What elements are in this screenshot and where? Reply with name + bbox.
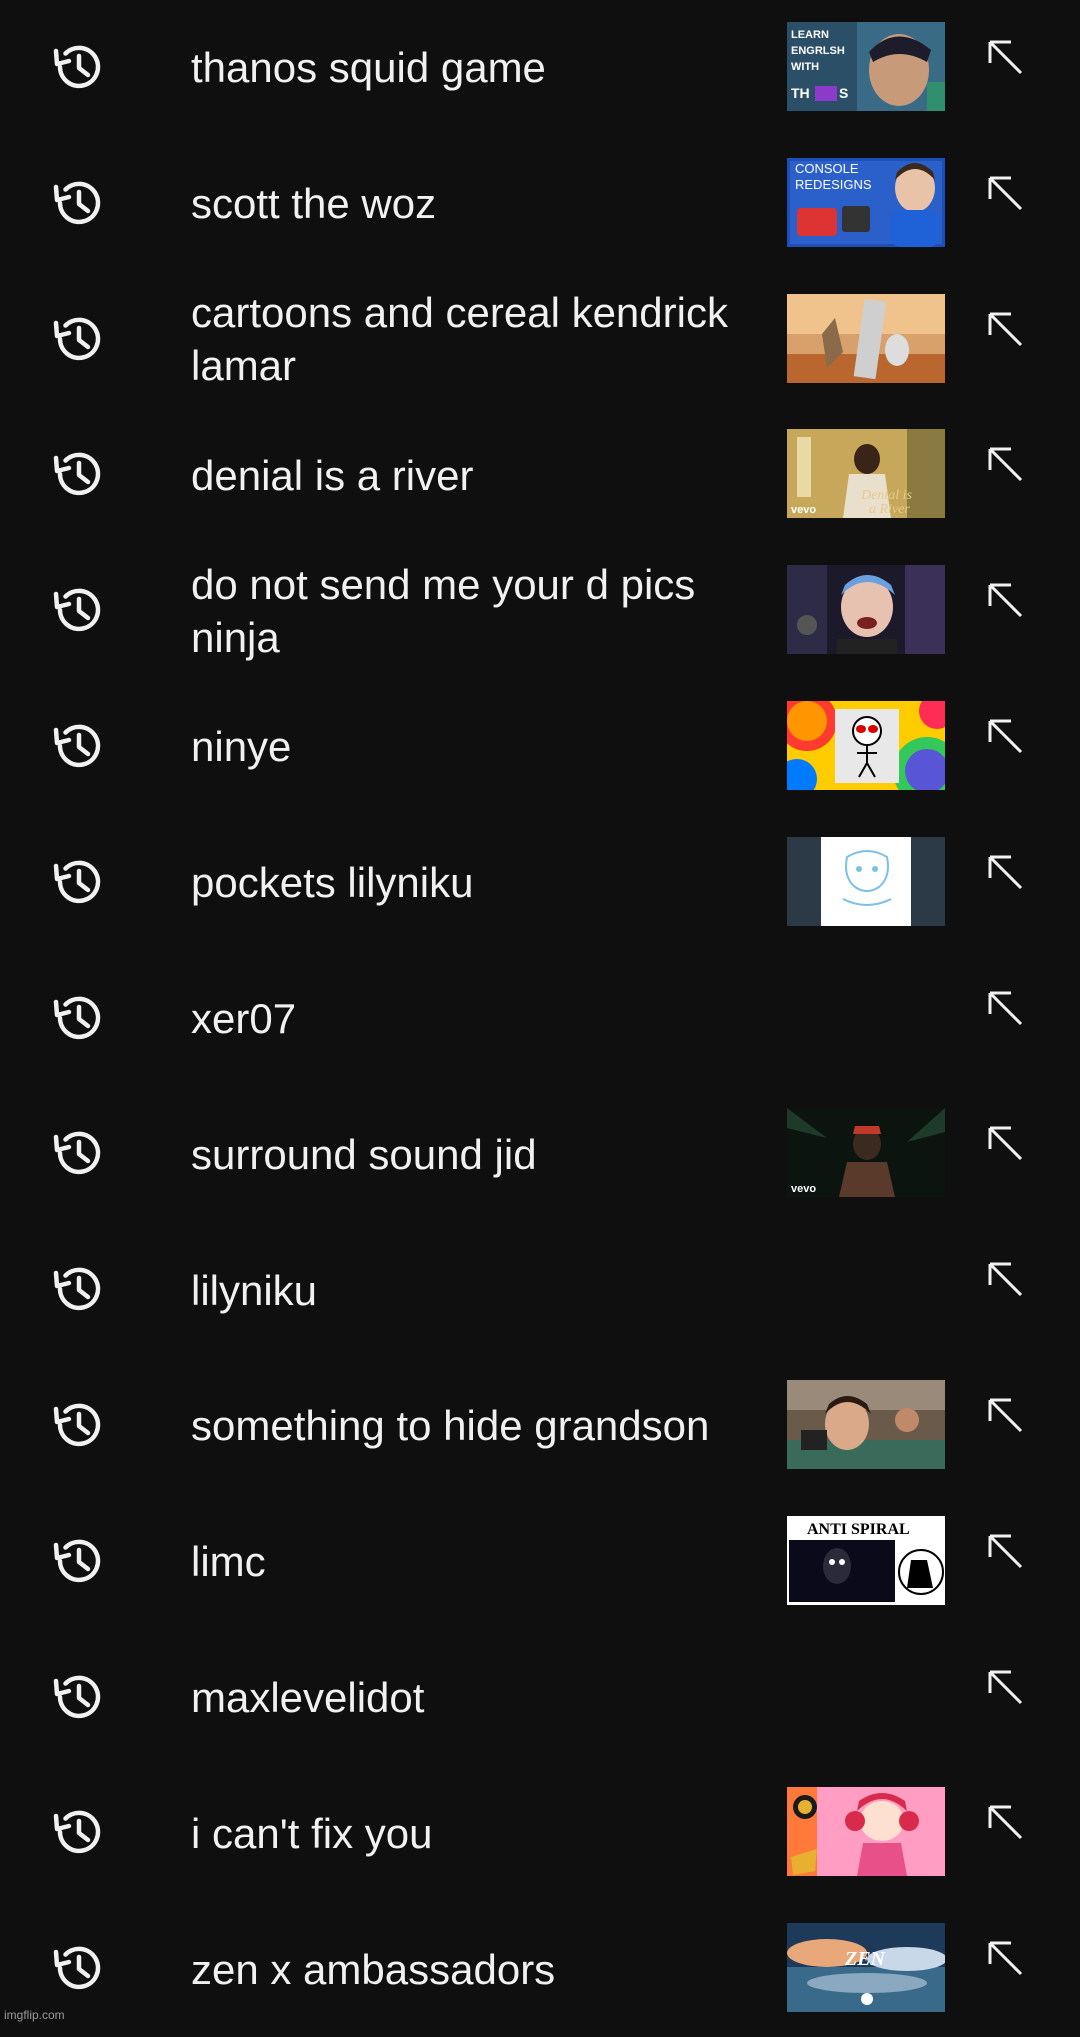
video-thumbnail[interactable]: ZEN — [787, 1923, 945, 2013]
history-icon — [48, 1122, 110, 1184]
thumb-text: WITH — [791, 61, 819, 73]
north-west-arrow-icon[interactable] — [985, 1395, 1025, 1435]
suggestion-row[interactable]: scott the woz CONSOLE REDESIGNS — [0, 136, 1080, 272]
history-icon — [48, 1937, 110, 1999]
suggestion-row[interactable]: maxlevelidot — [0, 1630, 1080, 1766]
suggestion-query[interactable]: surround sound jid — [191, 1086, 771, 1222]
suggestion-row[interactable]: limc ANTI SPIRAL — [0, 1494, 1080, 1630]
north-west-arrow-icon[interactable] — [985, 1123, 1025, 1163]
video-thumbnail[interactable]: LEARN ENGRLSH WITH TH S — [787, 22, 945, 111]
history-icon — [48, 36, 110, 98]
history-icon — [48, 579, 110, 641]
video-thumbnail[interactable] — [787, 1379, 945, 1469]
thumb-text: vevo — [791, 504, 816, 516]
history-icon — [48, 715, 110, 777]
north-west-arrow-icon[interactable] — [985, 173, 1025, 213]
suggestion-query[interactable]: i can't fix you — [191, 1765, 771, 1901]
video-thumbnail[interactable] — [787, 700, 945, 790]
suggestion-query[interactable]: scott the woz — [191, 136, 771, 272]
history-icon — [48, 1666, 110, 1728]
suggestion-row[interactable]: do not send me your d pics ninja — [0, 543, 1080, 679]
suggestion-query[interactable]: do not send me your d pics ninja — [191, 543, 771, 679]
history-icon — [48, 1258, 110, 1320]
history-icon — [48, 987, 110, 1049]
north-west-arrow-icon[interactable] — [985, 852, 1025, 892]
suggestion-row[interactable]: lilyniku — [0, 1222, 1080, 1358]
suggestion-row[interactable]: surround sound jid vevo — [0, 1086, 1080, 1222]
video-thumbnail[interactable]: CONSOLE REDESIGNS — [787, 157, 945, 247]
thumb-text: CONSOLE — [795, 161, 859, 176]
north-west-arrow-icon[interactable] — [985, 988, 1025, 1028]
north-west-arrow-icon[interactable] — [985, 716, 1025, 756]
north-west-arrow-icon[interactable] — [985, 1531, 1025, 1571]
history-icon — [48, 851, 110, 913]
thumb-text: ANTI SPIRAL — [807, 1521, 910, 1538]
suggestion-query[interactable]: ninye — [191, 679, 771, 815]
thumb-text: ENGRLSH — [791, 45, 845, 57]
video-thumbnail[interactable] — [787, 836, 945, 926]
thumb-text: vevo — [791, 1183, 816, 1195]
suggestion-query[interactable]: cartoons and cereal kendrick lamar — [191, 272, 771, 408]
watermark: imgflip.com — [4, 2008, 65, 2022]
suggestion-row[interactable]: zen x ambassadors ZEN — [0, 1901, 1080, 2037]
north-west-arrow-icon[interactable] — [985, 580, 1025, 620]
history-icon — [48, 172, 110, 234]
suggestion-query[interactable]: limc — [191, 1494, 771, 1630]
suggestion-row[interactable]: thanos squid game LEARN ENGRLSH WITH TH … — [0, 0, 1080, 136]
suggestion-row[interactable]: ninye — [0, 679, 1080, 815]
suggestion-row[interactable]: denial is a river Denial is a River vevo — [0, 407, 1080, 543]
suggestion-query[interactable]: zen x ambassadors — [191, 1901, 771, 2037]
suggestion-row[interactable]: xer07 — [0, 951, 1080, 1087]
suggestion-query[interactable]: pockets lilyniku — [191, 815, 771, 951]
thumb-text: REDESIGNS — [795, 177, 872, 192]
thumb-text: a River — [869, 502, 910, 517]
thumb-text: S — [839, 85, 848, 101]
north-west-arrow-icon[interactable] — [985, 444, 1025, 484]
suggestion-query[interactable]: denial is a river — [191, 407, 771, 543]
history-icon — [48, 1801, 110, 1863]
suggestion-query[interactable]: maxlevelidot — [191, 1630, 771, 1766]
thumb-text: ZEN — [844, 1948, 887, 1970]
north-west-arrow-icon[interactable] — [985, 309, 1025, 349]
thumb-text: LEARN — [791, 29, 829, 41]
video-thumbnail[interactable]: ANTI SPIRAL — [787, 1515, 945, 1605]
suggestion-query[interactable]: lilyniku — [191, 1222, 771, 1358]
history-icon — [48, 308, 110, 370]
suggestion-query[interactable]: thanos squid game — [191, 0, 771, 136]
north-west-arrow-icon[interactable] — [985, 1802, 1025, 1842]
video-thumbnail[interactable] — [787, 293, 945, 383]
video-thumbnail[interactable] — [787, 1787, 945, 1877]
north-west-arrow-icon[interactable] — [985, 37, 1025, 77]
suggestion-query[interactable]: something to hide grandson — [191, 1358, 771, 1494]
north-west-arrow-icon[interactable] — [985, 1667, 1025, 1707]
thumb-text: TH — [791, 85, 810, 101]
suggestion-row[interactable]: cartoons and cereal kendrick lamar — [0, 272, 1080, 408]
suggestion-row[interactable]: something to hide grandson — [0, 1358, 1080, 1494]
history-icon — [48, 443, 110, 505]
suggestion-query[interactable]: xer07 — [191, 951, 771, 1087]
video-thumbnail[interactable]: vevo — [787, 1108, 945, 1198]
suggestion-row[interactable]: i can't fix you — [0, 1765, 1080, 1901]
history-icon — [48, 1530, 110, 1592]
video-thumbnail[interactable]: Denial is a River vevo — [787, 429, 945, 519]
north-west-arrow-icon[interactable] — [985, 1259, 1025, 1299]
thumb-text: Denial is — [860, 488, 912, 503]
history-icon — [48, 1394, 110, 1456]
search-suggestions-list: thanos squid game LEARN ENGRLSH WITH TH … — [0, 0, 1080, 2037]
suggestion-row[interactable]: pockets lilyniku — [0, 815, 1080, 951]
video-thumbnail[interactable] — [787, 565, 945, 655]
north-west-arrow-icon[interactable] — [985, 1938, 1025, 1978]
